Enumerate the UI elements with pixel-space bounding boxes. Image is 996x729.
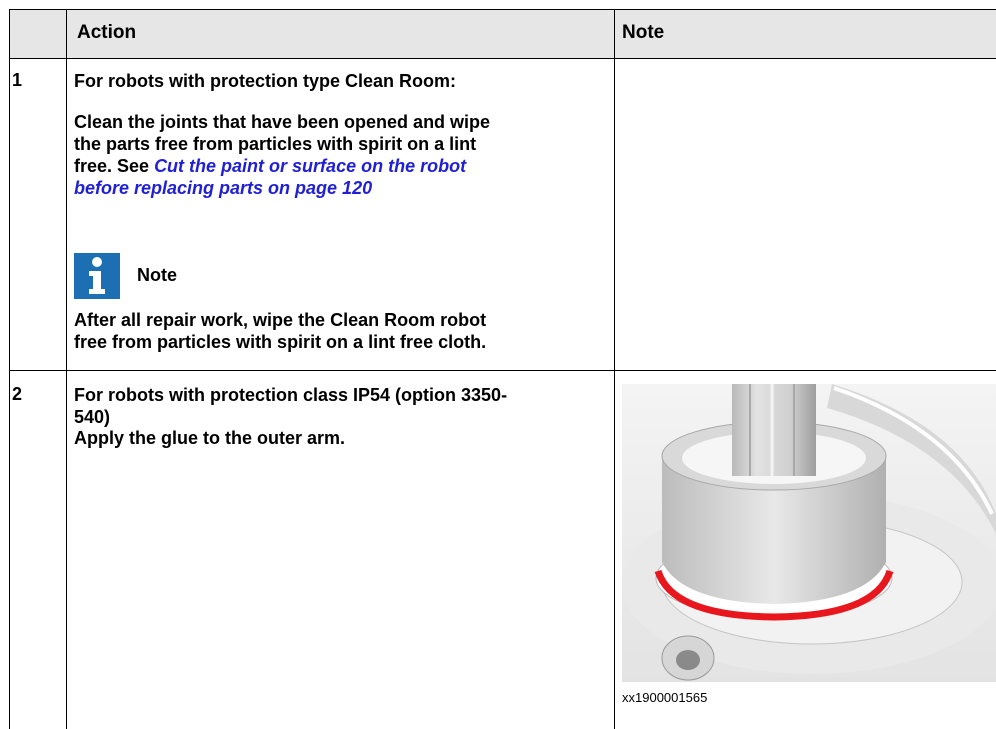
note-line-2: free from particles with spirit on a lin… <box>74 332 487 352</box>
outer-arm-glue-figure <box>622 384 996 682</box>
cross-reference-link-part2[interactable]: before replacing parts on page 120 <box>74 177 490 199</box>
figure-caption: xx1900001565 <box>622 690 708 705</box>
header-action: Action <box>77 22 137 43</box>
note-line-1: After all repair work, wipe the Clean Ro… <box>74 310 487 330</box>
step1-line-3: free. See Cut the paint or surface on th… <box>74 155 490 177</box>
col-divider-2 <box>614 9 615 729</box>
table-top-border <box>9 9 996 10</box>
table-header-background <box>9 10 996 58</box>
step1-note-text: After all repair work, wipe the Clean Ro… <box>74 309 486 353</box>
header-note: Note <box>622 22 665 43</box>
step1-condition: For robots with protection type Clean Ro… <box>74 71 456 91</box>
header-bottom-border <box>9 58 996 59</box>
step-number-1: 1 <box>12 70 23 90</box>
step1-line-3-text: free. See <box>74 156 155 176</box>
col-divider-1 <box>66 9 67 729</box>
step-number-2: 2 <box>12 384 23 404</box>
row2-left-border <box>9 371 10 729</box>
table-left-border <box>9 9 10 371</box>
step2-line-2: 540) <box>74 407 111 427</box>
step2-line-1: For robots with protection class IP54 (o… <box>74 385 508 405</box>
note-label: Note <box>137 265 177 285</box>
cross-reference-link-part1[interactable]: Cut the paint or surface on the robot <box>154 156 466 176</box>
step2-instruction: Apply the glue to the outer arm. <box>74 428 346 448</box>
step1-line-1: Clean the joints that have been opened a… <box>74 112 491 132</box>
step2-condition: For robots with protection class IP54 (o… <box>74 384 507 428</box>
step1-line-2: the parts free from particles with spiri… <box>74 134 477 154</box>
row1-bottom-border <box>9 370 996 371</box>
step1-instruction: Clean the joints that have been opened a… <box>74 111 490 199</box>
info-note-icon <box>74 253 120 299</box>
